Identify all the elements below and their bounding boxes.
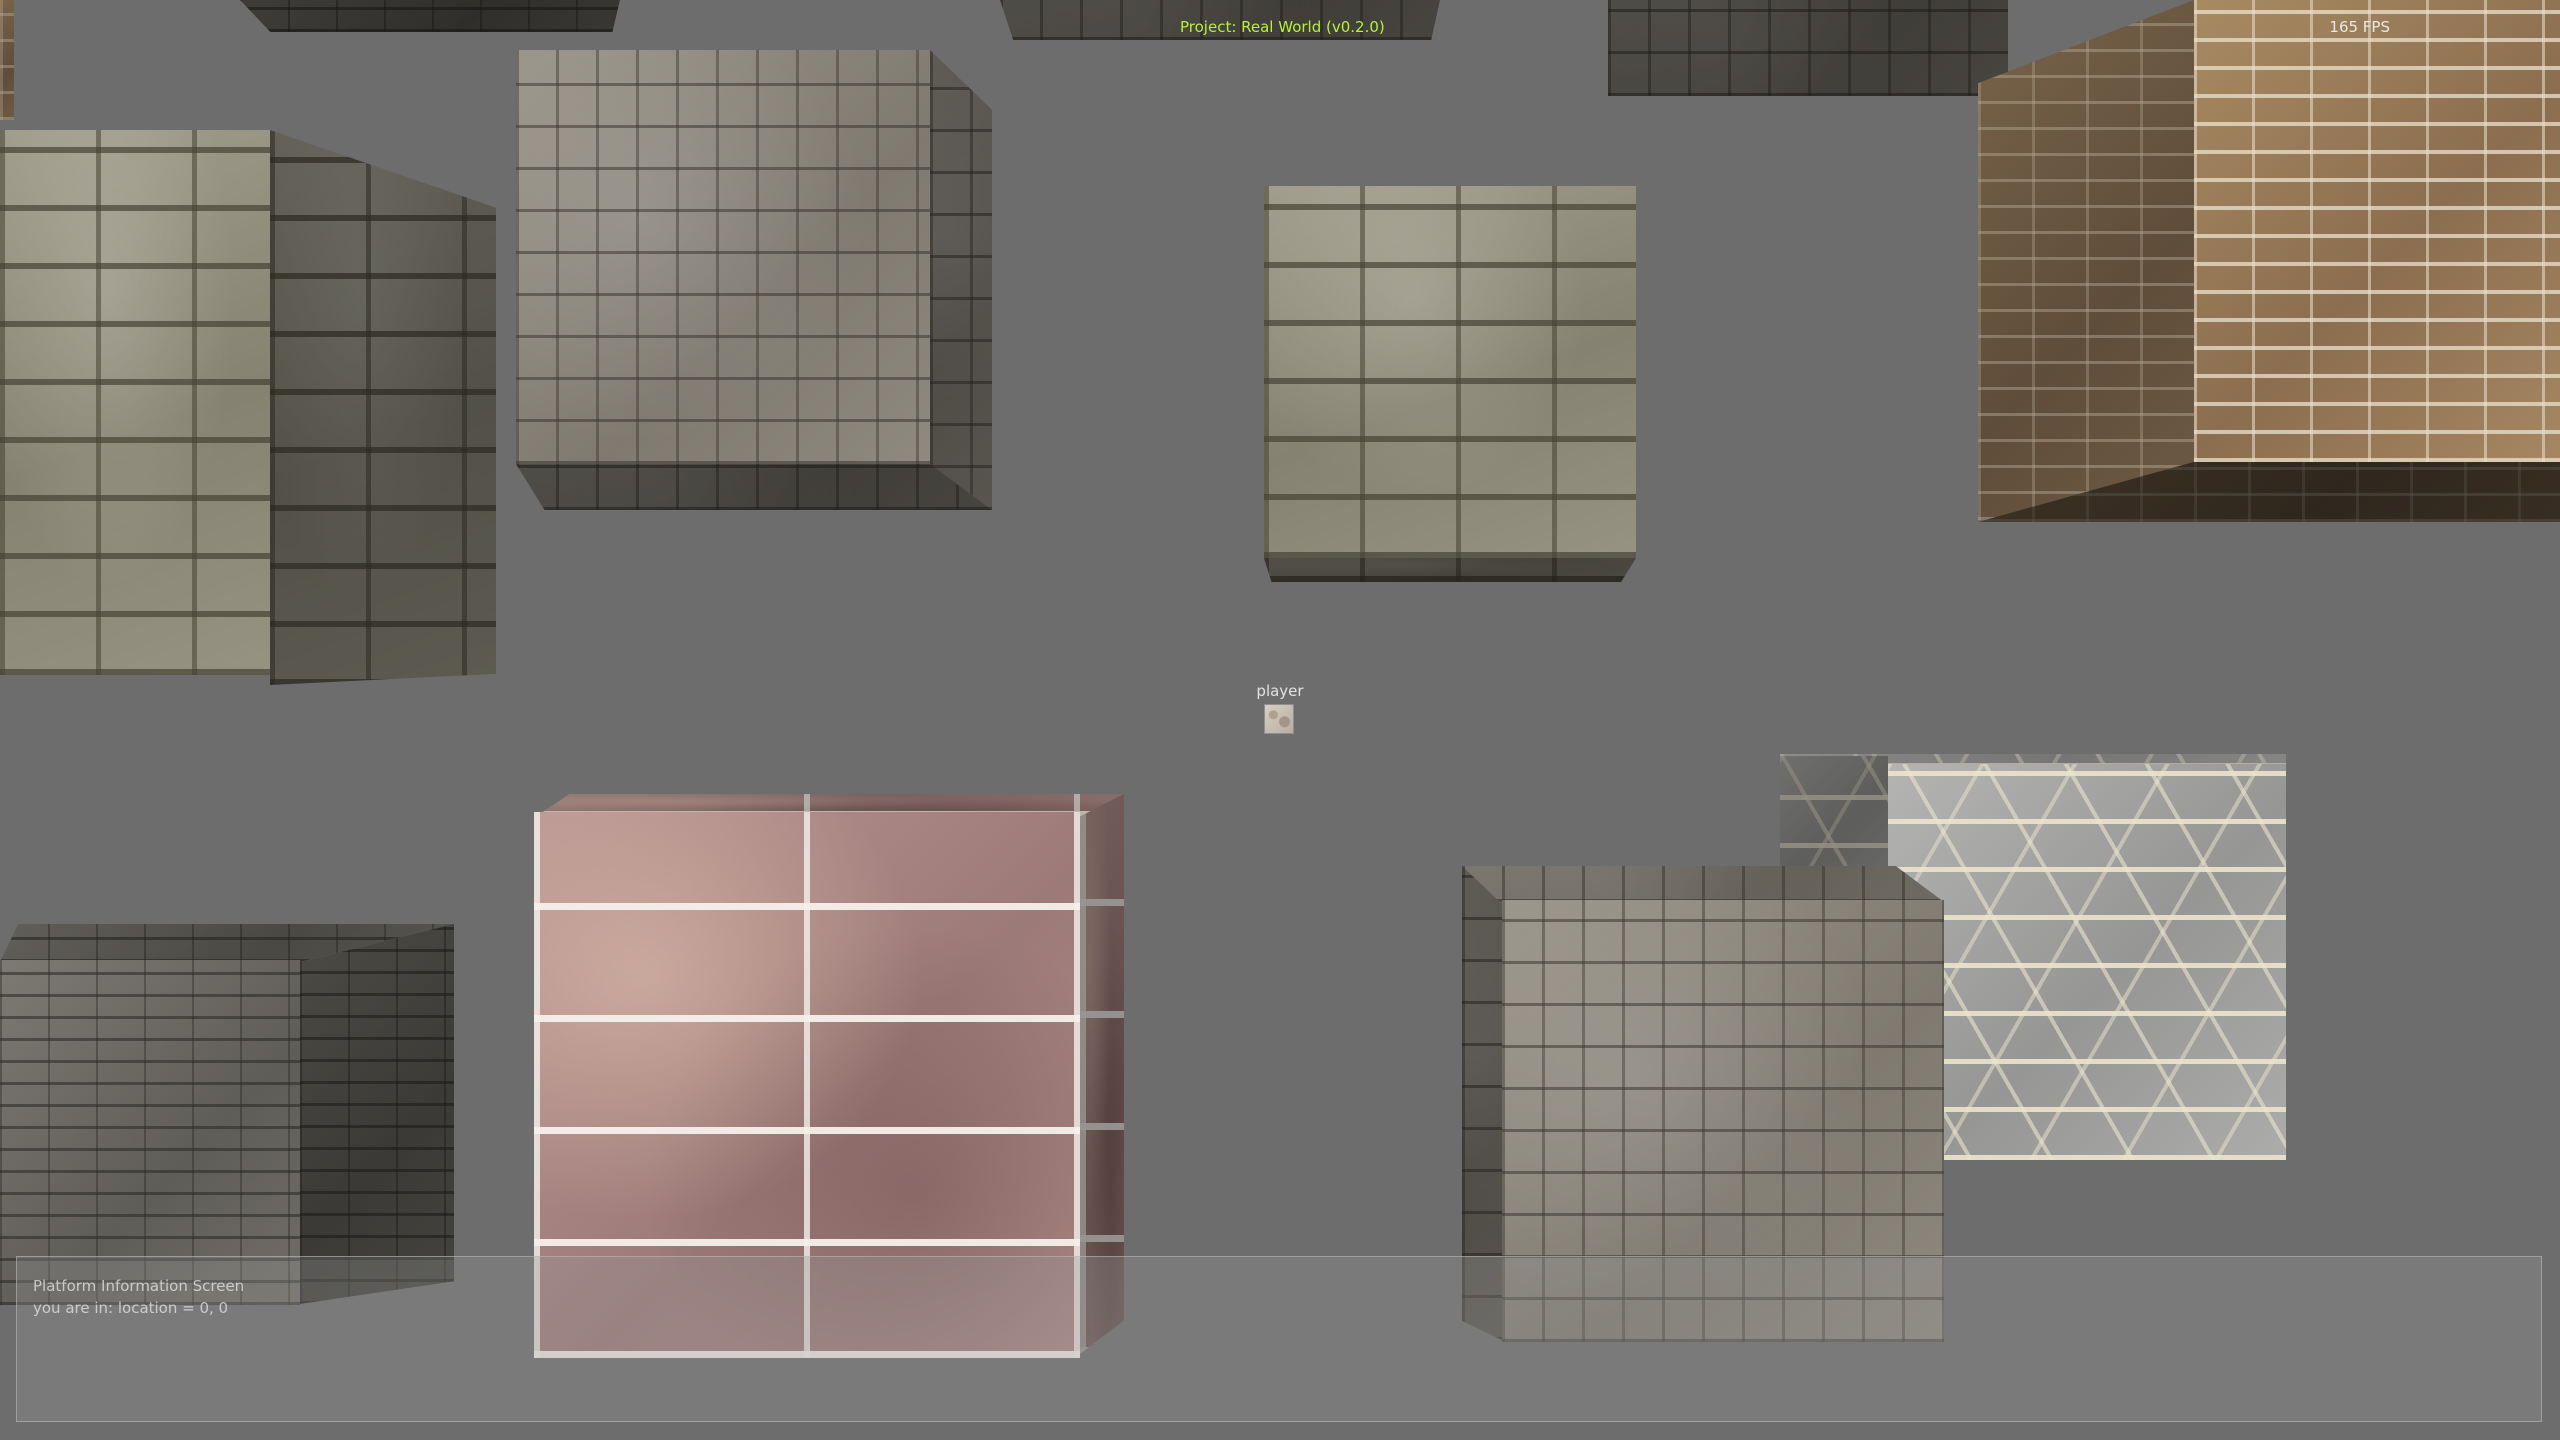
cube-c-bottom-face — [1264, 558, 1636, 582]
cube-top-right-partial-bottom-face — [1608, 0, 2008, 96]
cube-a-front-face — [0, 130, 270, 675]
cube-d-side-face — [1978, 0, 2194, 520]
cube-b-bottom-face — [516, 464, 992, 510]
cube-g-front-face — [1888, 764, 2286, 1160]
cube-top-left-partial-bottom-face — [240, 0, 620, 32]
project-title: Project: Real World (v0.2.0) — [1180, 18, 1385, 36]
info-panel-title: Platform Information Screen — [33, 1277, 245, 1295]
location-readout: you are in: location = 0, 0 — [33, 1299, 229, 1317]
cube-h-top-face — [1462, 866, 1944, 902]
cube-e-side-face — [300, 924, 454, 1304]
player-label: player — [1256, 682, 1304, 700]
game-viewport[interactable]: Project: Real World (v0.2.0) 165 FPS pla… — [0, 0, 2560, 1440]
fps-counter: 165 FPS — [2329, 18, 2390, 36]
cube-a-side-face — [270, 130, 496, 685]
player-sprite[interactable] — [1264, 704, 1294, 734]
cube-left-edge-sliver — [0, 0, 14, 120]
cube-c-front-face — [1264, 186, 1636, 558]
cube-b-front-face — [516, 50, 930, 464]
platform-info-panel: Platform Information Screen you are in: … — [16, 1256, 2542, 1422]
cube-d-front-face — [2194, 0, 2560, 462]
cube-b-side-face — [930, 50, 992, 510]
cube-e-front-face — [0, 960, 300, 1305]
